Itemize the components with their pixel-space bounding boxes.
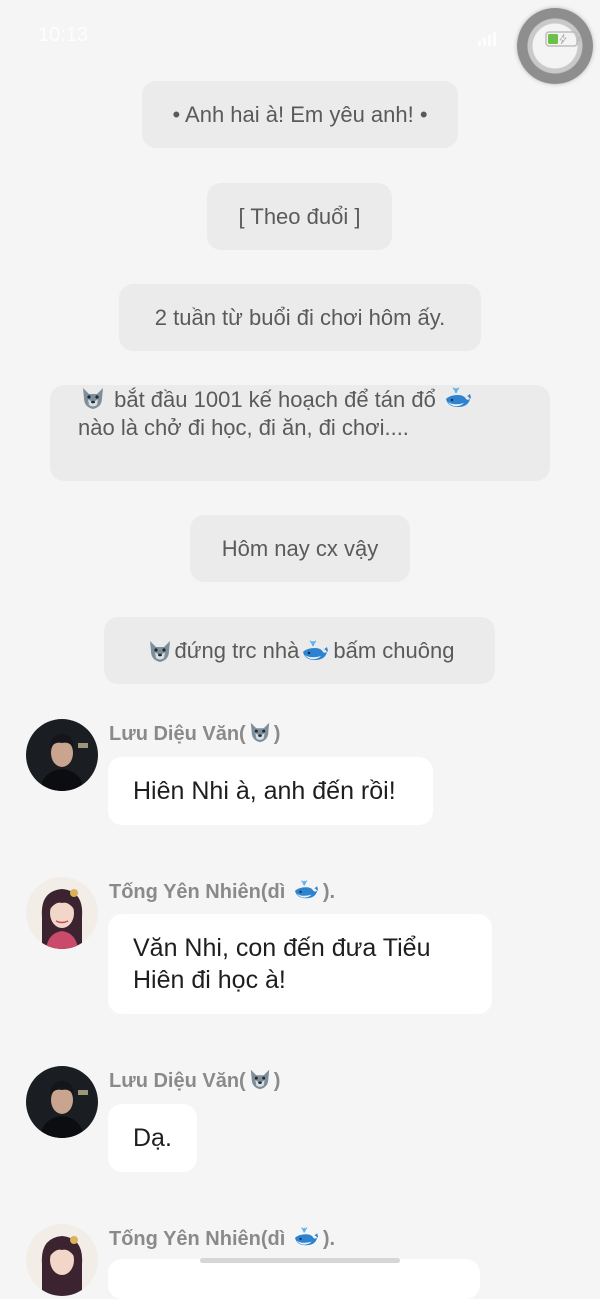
avatar-luu-dieu-van[interactable] xyxy=(26,1066,98,1138)
battery-icon xyxy=(545,31,581,47)
narration-box: đứng trc nhà bấm chuông xyxy=(104,617,495,684)
status-bar: 10:13 xyxy=(0,0,600,60)
whale-icon xyxy=(301,638,331,664)
narration-text: 2 tuần từ buổi đi chơi hôm ấy. xyxy=(154,304,446,330)
narration-box: 2 tuần từ buổi đi chơi hôm ấy. xyxy=(119,284,481,351)
narration-line: nào là chở đi học, đi ăn, đi chơi.... xyxy=(78,415,409,440)
sender-name: Lưu Diệu Văn() xyxy=(109,720,280,746)
narration-text: • Anh hai à! Em yêu anh! • xyxy=(172,101,428,127)
wolf-icon xyxy=(248,1067,272,1091)
message-text: Văn Nhi, con đến đưa Tiểu Hiên đi học à! xyxy=(133,934,431,994)
message-text: Dạ. xyxy=(133,1124,172,1152)
message-bubble[interactable]: Hiên Nhi à, anh đến rồi! xyxy=(108,757,433,825)
whale-icon xyxy=(293,878,321,902)
status-time: 10:13 xyxy=(38,24,89,46)
narration-box: • Anh hai à! Em yêu anh! • xyxy=(142,81,458,148)
narration-line: bắt đầu 1001 kế hoạch để tán đổ xyxy=(78,385,476,414)
narration-text: đứng trc nhà xyxy=(174,637,300,663)
home-indicator[interactable] xyxy=(200,1258,400,1263)
narration-box: [ Theo đuổi ] xyxy=(207,183,392,250)
whale-icon xyxy=(293,1225,321,1249)
narration-text: bấm chuông xyxy=(333,637,455,663)
avatar-tong-yen-nhien[interactable] xyxy=(26,1224,98,1296)
wolf-icon xyxy=(147,638,173,664)
message-bubble[interactable] xyxy=(108,1259,480,1299)
whale-icon xyxy=(444,385,474,411)
message-text: Hiên Nhi à, anh đến rồi! xyxy=(133,777,396,805)
sender-name: Lưu Diệu Văn() xyxy=(109,1067,280,1093)
wolf-icon xyxy=(80,385,106,411)
avatar-tong-yen-nhien[interactable] xyxy=(26,877,98,949)
narration-text: Hôm nay cx vậy xyxy=(221,535,379,561)
narration-box: bắt đầu 1001 kế hoạch để tán đổ nào là c… xyxy=(50,385,550,481)
narration-box: Hôm nay cx vậy xyxy=(190,515,410,582)
narration-text: bắt đầu 1001 kế hoạch để tán đổ xyxy=(108,387,442,412)
signal-icon xyxy=(478,32,496,46)
avatar-luu-dieu-van[interactable] xyxy=(26,719,98,791)
wolf-icon xyxy=(248,720,272,744)
message-bubble[interactable]: Dạ. xyxy=(108,1104,197,1172)
sender-name: Tống Yên Nhiên(dì ). xyxy=(109,878,335,904)
narration-text: [ Theo đuổi ] xyxy=(238,203,361,229)
sender-name: Tống Yên Nhiên(dì ). xyxy=(109,1225,335,1251)
message-bubble[interactable]: Văn Nhi, con đến đưa Tiểu Hiên đi học à! xyxy=(108,914,492,1014)
